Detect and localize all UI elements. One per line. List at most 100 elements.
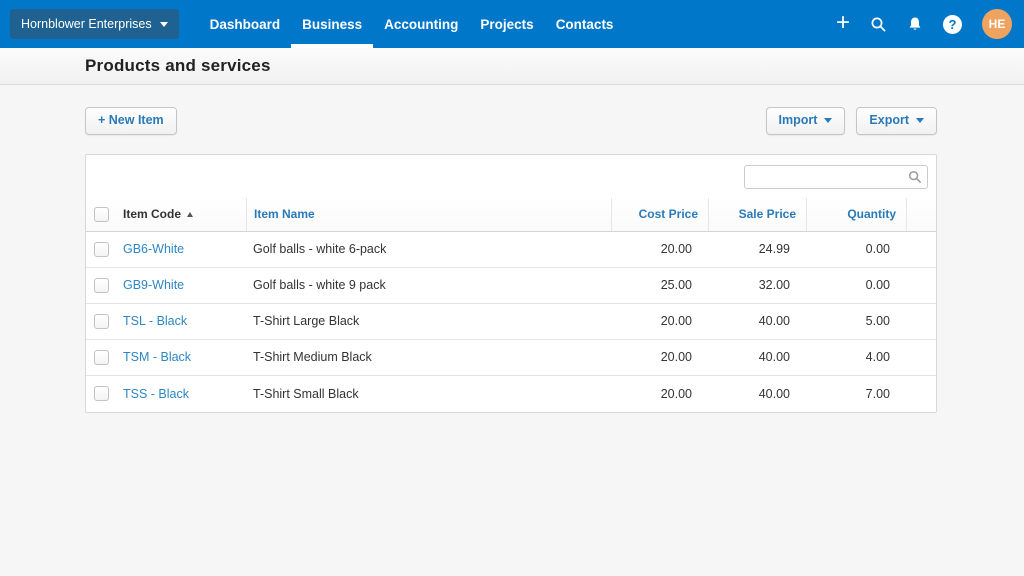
column-label: Item Name bbox=[254, 207, 315, 221]
row-checkbox[interactable] bbox=[94, 350, 109, 365]
select-all-checkbox[interactable] bbox=[94, 207, 109, 222]
sale-price-cell: 24.99 bbox=[708, 232, 806, 267]
new-item-button[interactable]: + New Item bbox=[85, 107, 177, 135]
row-select-cell bbox=[86, 340, 116, 375]
nav-item-label: Contacts bbox=[556, 17, 614, 32]
nav-item-projects[interactable]: Projects bbox=[469, 0, 544, 48]
import-label: Import bbox=[779, 114, 818, 128]
active-tab-indicator bbox=[291, 44, 373, 48]
table-body: GB6-White Golf balls - white 6-pack 20.0… bbox=[86, 232, 936, 412]
cost-price-cell: 20.00 bbox=[611, 304, 708, 339]
row-select-cell bbox=[86, 268, 116, 303]
row-spacer bbox=[906, 376, 936, 412]
quantity-cell: 4.00 bbox=[806, 340, 906, 375]
table-row: TSM - Black T-Shirt Medium Black 20.00 4… bbox=[86, 340, 936, 376]
item-name-cell: T-Shirt Small Black bbox=[246, 376, 611, 412]
row-spacer bbox=[906, 340, 936, 375]
column-header-quantity[interactable]: Quantity bbox=[806, 198, 906, 231]
sale-price-cell: 40.00 bbox=[708, 340, 806, 375]
table-row: GB9-White Golf balls - white 9 pack 25.0… bbox=[86, 268, 936, 304]
sale-price-cell: 32.00 bbox=[708, 268, 806, 303]
row-select-cell bbox=[86, 304, 116, 339]
row-select-cell bbox=[86, 232, 116, 267]
cost-price-cell: 20.00 bbox=[611, 232, 708, 267]
column-label: Cost Price bbox=[639, 207, 698, 221]
plus-icon[interactable]: + bbox=[836, 11, 850, 35]
sale-price-cell: 40.00 bbox=[708, 376, 806, 412]
table-header-row: Item Code Item Name Cost Price Sale Pric… bbox=[86, 198, 936, 232]
table-search bbox=[744, 165, 928, 189]
export-button[interactable]: Export bbox=[856, 107, 937, 135]
item-name-cell: Golf balls - white 9 pack bbox=[246, 268, 611, 303]
chevron-down-icon bbox=[824, 118, 832, 123]
chevron-down-icon bbox=[160, 22, 168, 27]
column-label: Item Code bbox=[123, 207, 181, 221]
org-switcher[interactable]: Hornblower Enterprises bbox=[10, 9, 179, 39]
column-header-item-name[interactable]: Item Name bbox=[246, 198, 611, 231]
nav-icon-group: + ? HE bbox=[836, 9, 1012, 39]
column-header-cost-price[interactable]: Cost Price bbox=[611, 198, 708, 231]
page-header: Products and services bbox=[0, 48, 1024, 85]
row-checkbox[interactable] bbox=[94, 242, 109, 257]
chevron-down-icon bbox=[916, 118, 924, 123]
nav-item-label: Dashboard bbox=[210, 17, 281, 32]
item-name-cell: Golf balls - white 6-pack bbox=[246, 232, 611, 267]
content-area: + New Item Import Export bbox=[85, 107, 937, 413]
top-nav: Hornblower Enterprises Dashboard Busines… bbox=[0, 0, 1024, 48]
import-button[interactable]: Import bbox=[766, 107, 846, 135]
cost-price-cell: 20.00 bbox=[611, 376, 708, 412]
table-search-row bbox=[86, 155, 936, 198]
column-header-spacer bbox=[906, 198, 936, 231]
help-icon[interactable]: ? bbox=[943, 15, 962, 34]
row-spacer bbox=[906, 304, 936, 339]
nav-item-dashboard[interactable]: Dashboard bbox=[199, 0, 292, 48]
item-name-cell: T-Shirt Large Black bbox=[246, 304, 611, 339]
table-row: TSL - Black T-Shirt Large Black 20.00 40… bbox=[86, 304, 936, 340]
cost-price-cell: 25.00 bbox=[611, 268, 708, 303]
avatar[interactable]: HE bbox=[982, 9, 1012, 39]
item-code-link[interactable]: TSL - Black bbox=[116, 304, 246, 339]
item-code-link[interactable]: TSM - Black bbox=[116, 340, 246, 375]
toolbar: + New Item Import Export bbox=[85, 107, 937, 135]
org-name: Hornblower Enterprises bbox=[21, 17, 152, 31]
nav-item-label: Accounting bbox=[384, 17, 458, 32]
row-spacer bbox=[906, 232, 936, 267]
item-code-link[interactable]: GB9-White bbox=[116, 268, 246, 303]
column-label: Quantity bbox=[847, 207, 896, 221]
search-icon bbox=[908, 170, 922, 189]
item-code-link[interactable]: GB6-White bbox=[116, 232, 246, 267]
table-row: TSS - Black T-Shirt Small Black 20.00 40… bbox=[86, 376, 936, 412]
sale-price-cell: 40.00 bbox=[708, 304, 806, 339]
row-checkbox[interactable] bbox=[94, 386, 109, 401]
page-title: Products and services bbox=[85, 56, 271, 76]
item-code-link[interactable]: TSS - Black bbox=[116, 376, 246, 412]
column-header-item-code[interactable]: Item Code bbox=[116, 198, 246, 231]
table-row: GB6-White Golf balls - white 6-pack 20.0… bbox=[86, 232, 936, 268]
nav-item-business[interactable]: Business bbox=[291, 0, 373, 48]
search-icon[interactable] bbox=[870, 16, 887, 33]
nav-item-label: Projects bbox=[480, 17, 533, 32]
item-name-cell: T-Shirt Medium Black bbox=[246, 340, 611, 375]
main-menu: Dashboard Business Accounting Projects C… bbox=[199, 0, 625, 48]
nav-item-contacts[interactable]: Contacts bbox=[545, 0, 625, 48]
cost-price-cell: 20.00 bbox=[611, 340, 708, 375]
items-table-card: Item Code Item Name Cost Price Sale Pric… bbox=[85, 154, 937, 413]
nav-item-accounting[interactable]: Accounting bbox=[373, 0, 469, 48]
notifications-bell-icon[interactable] bbox=[907, 16, 923, 33]
export-label: Export bbox=[869, 114, 909, 128]
quantity-cell: 0.00 bbox=[806, 268, 906, 303]
new-item-label: + New Item bbox=[98, 114, 164, 128]
column-header-sale-price[interactable]: Sale Price bbox=[708, 198, 806, 231]
row-select-cell bbox=[86, 376, 116, 412]
quantity-cell: 7.00 bbox=[806, 376, 906, 412]
quantity-cell: 0.00 bbox=[806, 232, 906, 267]
row-spacer bbox=[906, 268, 936, 303]
nav-item-label: Business bbox=[302, 17, 362, 32]
search-input[interactable] bbox=[744, 165, 928, 189]
toolbar-right: Import Export bbox=[766, 107, 937, 135]
column-label: Sale Price bbox=[739, 207, 796, 221]
row-checkbox[interactable] bbox=[94, 314, 109, 329]
sort-asc-icon bbox=[187, 212, 193, 217]
quantity-cell: 5.00 bbox=[806, 304, 906, 339]
row-checkbox[interactable] bbox=[94, 278, 109, 293]
